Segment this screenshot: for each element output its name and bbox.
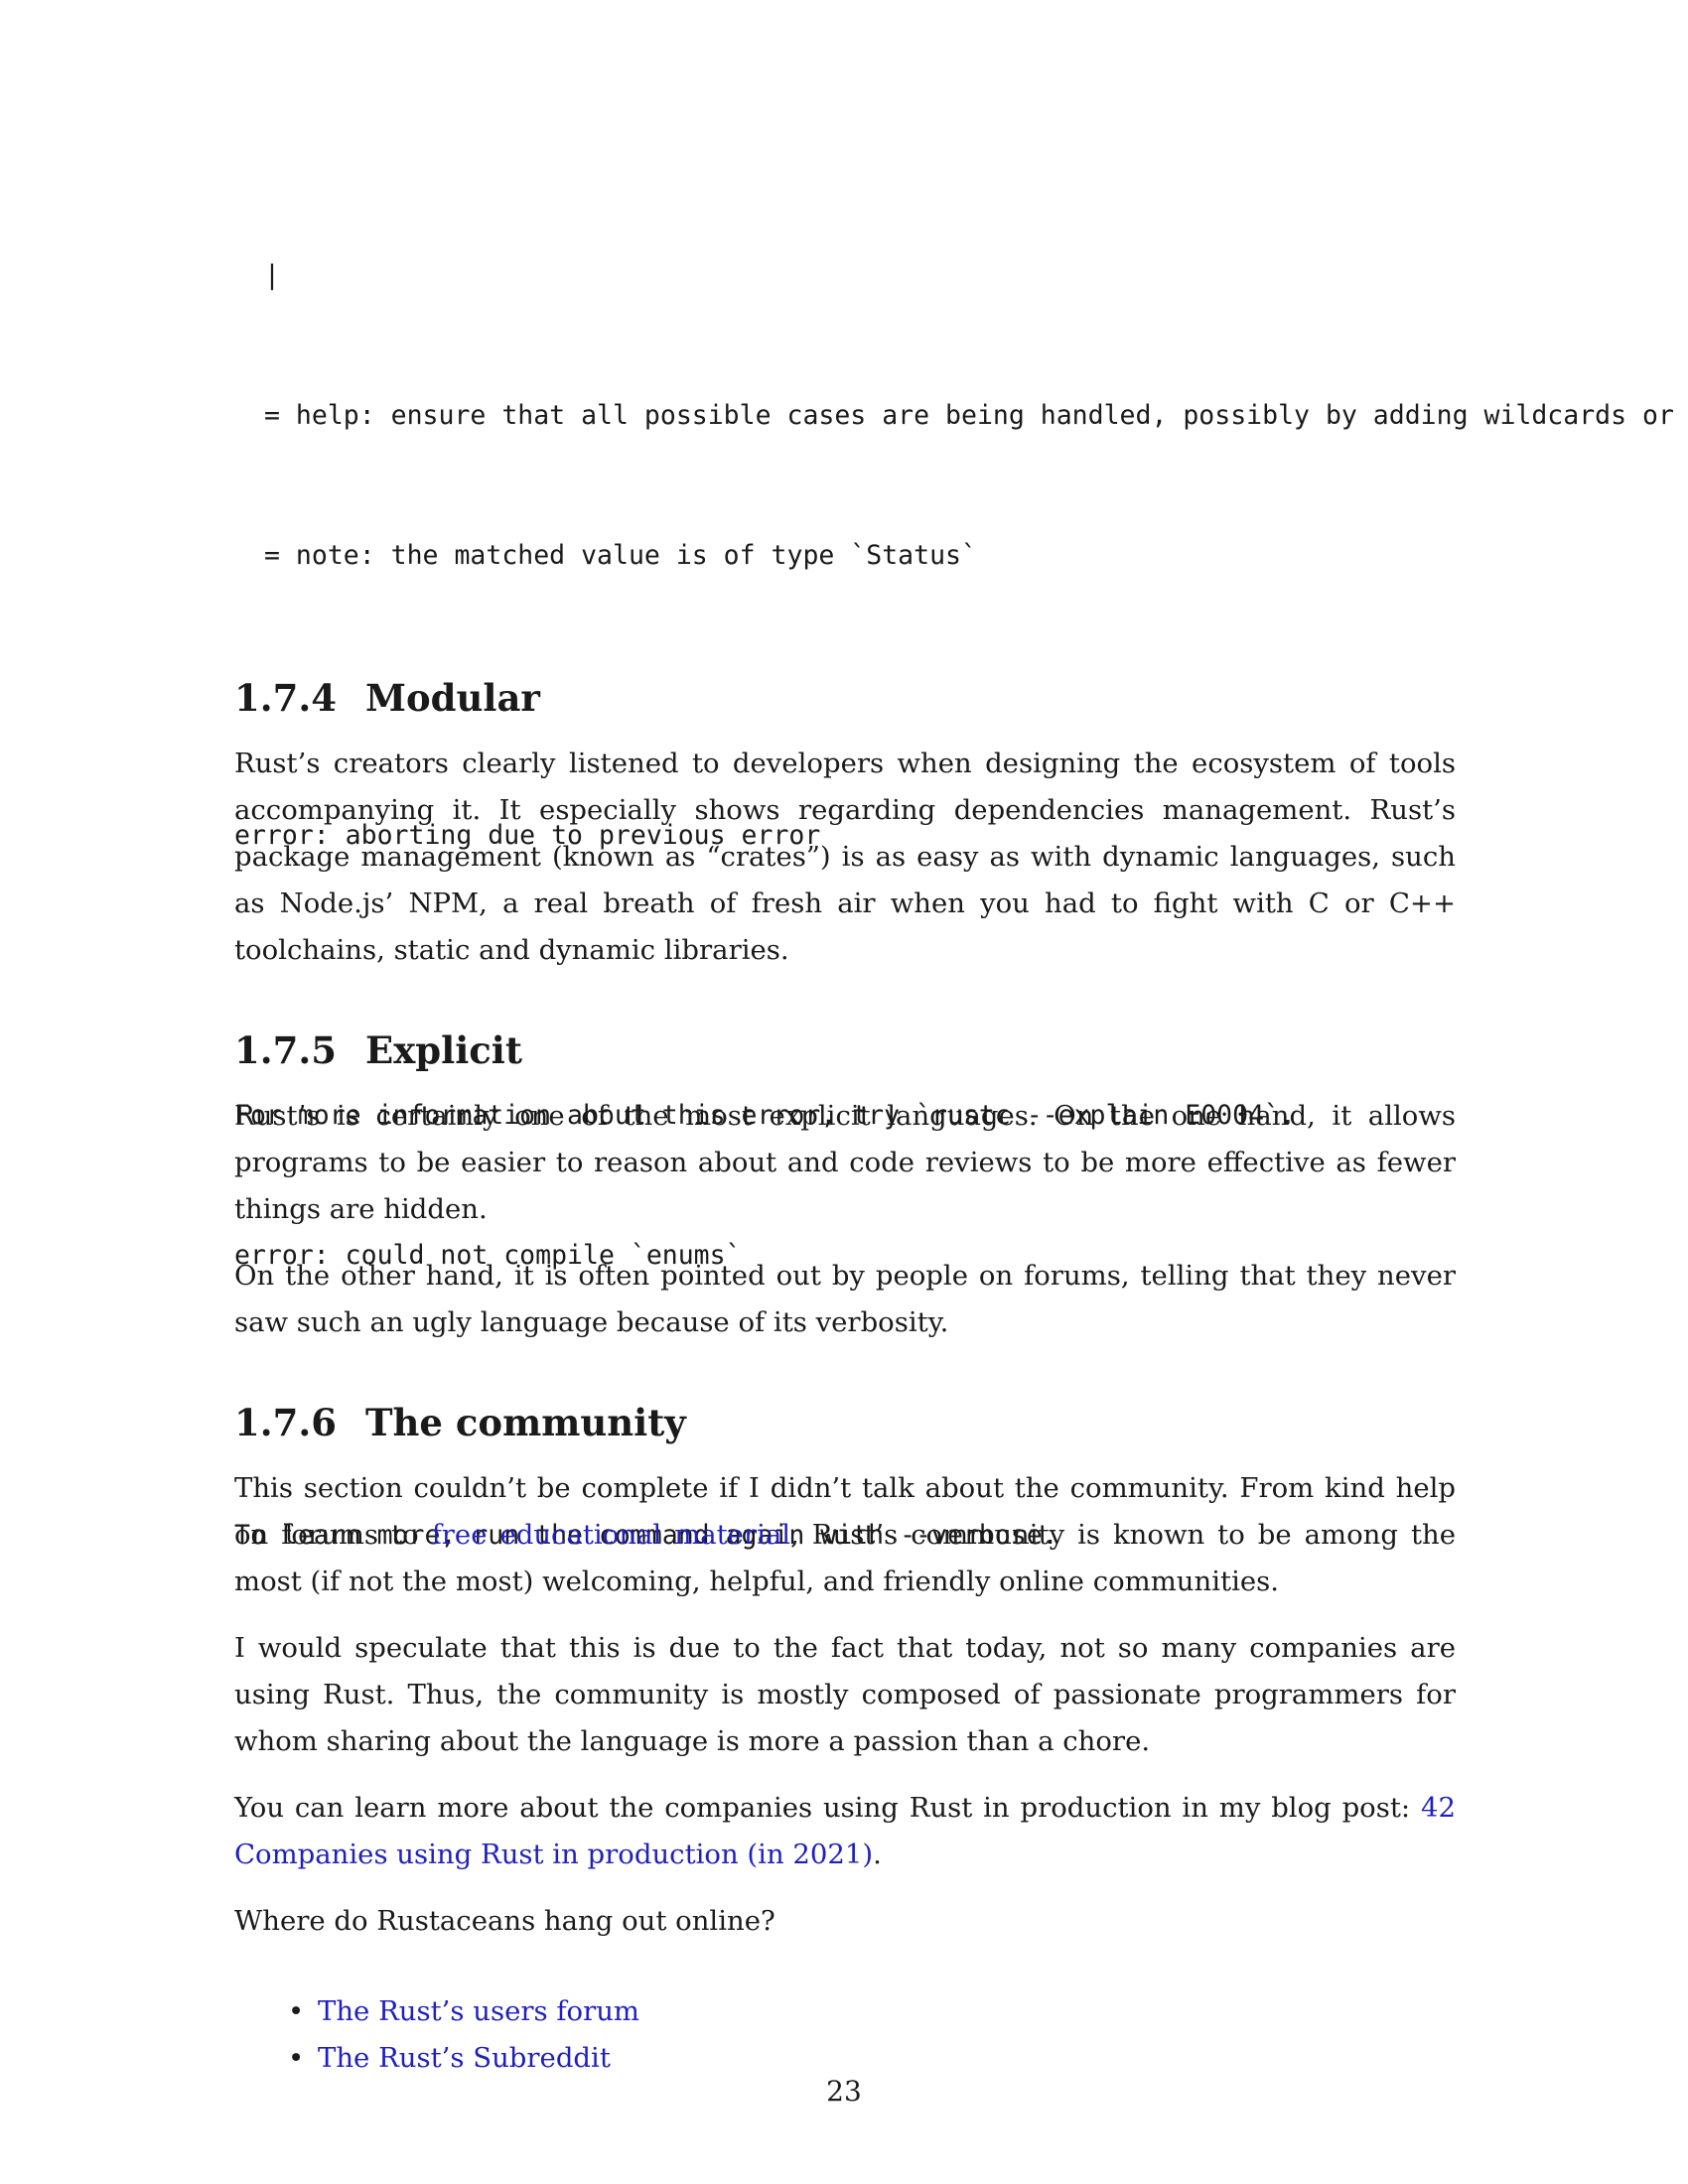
text-run: . <box>873 1839 882 1870</box>
community-paragraph-3: You can learn more about the companies u… <box>234 1785 1456 1878</box>
community-links-list: • The Rust’s users forum • The Rust’s Subr… <box>234 1988 1456 2082</box>
modular-paragraph: Rust’s creators clearly listened to deve… <box>234 748 1456 966</box>
page-number: 23 <box>826 2075 862 2108</box>
section-title: Modular <box>365 676 540 720</box>
explicit-paragraph-1: Rust’s is certainly one of the most expl… <box>234 1100 1456 1225</box>
section-title: The community <box>365 1401 686 1444</box>
main-content: 1.7.4 Modular Rust’s creators clearly lis… <box>234 663 1456 2082</box>
rust-subreddit-link[interactable]: The Rust’s Subreddit <box>318 2042 611 2074</box>
section-heading-community: 1.7.6 The community <box>234 1388 1456 1457</box>
section-number: 1.7.5 <box>234 1028 337 1072</box>
rust-users-forum-link[interactable]: The Rust’s users forum <box>318 1995 639 2027</box>
free-educational-material-link[interactable]: free educational material <box>432 1519 790 1551</box>
text-run: You can learn more about the companies u… <box>234 1792 1421 1824</box>
community-paragraph-1: This section couldn’t be complete if I d… <box>234 1465 1456 1605</box>
explicit-paragraph-2: On the other hand, it is often pointed o… <box>234 1260 1456 1338</box>
section-title: Explicit <box>365 1028 522 1072</box>
bullet-icon: • <box>288 1995 305 2027</box>
code-line: | <box>264 260 280 291</box>
community-paragraph-2: I would speculate that this is due to th… <box>234 1632 1456 1757</box>
list-item: • The Rust’s users forum <box>288 1988 1456 2035</box>
code-line: = note: the matched value is of type `St… <box>264 540 977 571</box>
section-heading-modular: 1.7.4 Modular <box>234 663 1456 733</box>
section-heading-explicit: 1.7.5 Explicit <box>234 1016 1456 1085</box>
section-number: 1.7.6 <box>234 1401 337 1444</box>
community-paragraph-4: Where do Rustaceans hang out online? <box>234 1905 775 1937</box>
code-line: = help: ensure that all possible cases a… <box>264 400 1674 431</box>
section-number: 1.7.4 <box>234 676 337 720</box>
document-page: | = help: ensure that all possible cases… <box>0 0 1688 2184</box>
